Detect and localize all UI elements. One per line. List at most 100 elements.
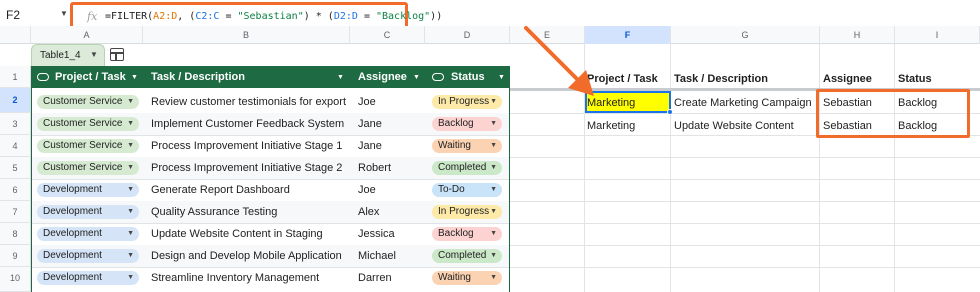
status-chip[interactable]: Waiting ▼ (432, 139, 502, 153)
table-row: Customer Service ▼ Implement Customer Fee… (32, 113, 509, 135)
task-cell[interactable]: Design and Develop Mobile Application (151, 245, 342, 267)
dropdown-icon: ▼ (490, 164, 497, 171)
assignee-cell[interactable]: Darren (358, 267, 392, 289)
task-cell[interactable]: Generate Report Dashboard (151, 179, 290, 201)
task-cell[interactable]: Implement Customer Feedback System (151, 113, 344, 135)
row-header-6[interactable]: 6 (0, 179, 31, 201)
column-header-c[interactable]: C (350, 26, 425, 44)
dropdown-icon: ▼ (490, 208, 497, 215)
project-chip[interactable]: Development ▼ (37, 205, 139, 219)
grid-line (819, 44, 820, 292)
row-header-9[interactable]: 9 (0, 245, 31, 267)
table-row: Customer Service ▼ Process Improvement In… (32, 135, 509, 157)
sort-arrow-icon[interactable]: ▼ (337, 74, 344, 81)
row-header-1[interactable]: 1 (0, 66, 31, 88)
sort-arrow-icon[interactable]: ▼ (413, 74, 420, 81)
dropdown-icon: ▼ (490, 98, 497, 105)
table-name-tab[interactable]: Table1_4 ▼ (31, 44, 105, 66)
sort-arrow-icon[interactable]: ▼ (131, 74, 138, 81)
project-chip[interactable]: Customer Service ▼ (37, 161, 139, 175)
chevron-down-icon[interactable]: ▼ (90, 50, 98, 59)
status-chip[interactable]: Completed ▼ (432, 161, 502, 175)
task-cell[interactable]: Process Improvement Initiative Stage 2 (151, 157, 342, 179)
column-header-d[interactable]: D (425, 26, 510, 44)
status-chip[interactable]: Completed ▼ (432, 249, 502, 263)
row-header-10[interactable]: 10 (0, 267, 31, 292)
assignee-cell[interactable]: Joe (358, 179, 376, 201)
chevron-down-icon[interactable]: ▼ (60, 9, 68, 18)
project-chip[interactable]: Development ▼ (37, 271, 139, 285)
result-cell[interactable]: Update Website Content (674, 115, 794, 137)
header-task[interactable]: Task / Description (151, 66, 245, 88)
header-assignee[interactable]: Assignee (358, 66, 407, 88)
row-header-2[interactable]: 2 (0, 88, 31, 113)
project-chip[interactable]: Development ▼ (37, 227, 139, 241)
formula-input[interactable]: fx =FILTER(A2:D, (C2:C = "Sebastian") * … (70, 2, 442, 29)
result-header-assignee[interactable]: Assignee (823, 66, 872, 88)
dropdown-icon: ▼ (127, 120, 134, 127)
assignee-cell[interactable]: Jane (358, 113, 382, 135)
status-chip[interactable]: Waiting ▼ (432, 271, 502, 285)
table-header-row: Project / Task ▼ Task / Description ▼ As… (31, 66, 510, 88)
dropdown-icon: ▼ (490, 142, 497, 149)
table-border-right (509, 66, 510, 292)
grid-line (670, 44, 671, 292)
assignee-cell[interactable]: Jessica (358, 223, 395, 245)
assignee-cell[interactable]: Jane (358, 135, 382, 157)
table-row: Development ▼ Streamline Inventory Manage… (32, 267, 509, 289)
status-chip[interactable]: In Progress ▼ (432, 205, 502, 219)
assignee-cell[interactable]: Robert (358, 157, 391, 179)
table-row: Customer Service ▼ Review customer testim… (32, 91, 509, 113)
result-header-status[interactable]: Status (898, 66, 932, 88)
name-box[interactable]: F2 (6, 8, 20, 22)
assignee-cell[interactable]: Michael (358, 245, 396, 267)
row-header-5[interactable]: 5 (0, 157, 31, 179)
status-chip[interactable]: In Progress ▼ (432, 95, 502, 109)
assignee-cell[interactable]: Alex (358, 201, 379, 223)
task-cell[interactable]: Review customer testimonials for export (151, 91, 346, 113)
row-header-7[interactable]: 7 (0, 201, 31, 223)
header-status[interactable]: Status (451, 66, 485, 88)
table-row: Development ▼ Quality Assurance Testing A… (32, 201, 509, 223)
assignee-cell[interactable]: Joe (358, 91, 376, 113)
annotation-arrow (524, 26, 594, 96)
table-row: Customer Service ▼ Process Improvement In… (32, 157, 509, 179)
select-all-corner[interactable] (0, 26, 31, 44)
table-border-left (31, 66, 32, 292)
status-chip[interactable]: Backlog ▼ (432, 227, 502, 241)
status-chip[interactable]: Backlog ▼ (432, 117, 502, 131)
task-cell[interactable]: Process Improvement Initiative Stage 1 (151, 135, 342, 157)
sort-arrow-icon[interactable]: ▼ (498, 74, 505, 81)
result-header-task[interactable]: Task / Description (674, 66, 768, 88)
task-cell[interactable]: Streamline Inventory Management (151, 267, 319, 289)
column-header-h[interactable]: H (820, 26, 895, 44)
column-header-i[interactable]: I (895, 26, 980, 44)
column-header-b[interactable]: B (143, 26, 350, 44)
column-header-g[interactable]: G (671, 26, 820, 44)
result-cell[interactable]: Create Marketing Campaign (674, 92, 812, 114)
row-header-8[interactable]: 8 (0, 223, 31, 245)
header-project[interactable]: Project / Task (55, 66, 126, 88)
project-chip[interactable]: Development ▼ (37, 249, 139, 263)
project-chip[interactable]: Development ▼ (37, 183, 139, 197)
dropdown-icon: ▼ (127, 274, 134, 281)
column-header-a[interactable]: A (31, 26, 143, 44)
table-grid-icon[interactable] (110, 48, 124, 61)
chip-column-icon (432, 73, 444, 81)
fill-handle[interactable] (667, 109, 673, 115)
task-cell[interactable]: Update Website Content in Staging (151, 223, 323, 245)
row-header-4[interactable]: 4 (0, 135, 31, 157)
dropdown-icon: ▼ (490, 120, 497, 127)
status-chip[interactable]: To-Do ▼ (432, 183, 502, 197)
dropdown-icon: ▼ (127, 186, 134, 193)
task-cell[interactable]: Quality Assurance Testing (151, 201, 277, 223)
table-row: Development ▼ Design and Develop Mobile A… (32, 245, 509, 267)
fx-icon: fx (87, 10, 98, 23)
project-chip[interactable]: Customer Service ▼ (37, 117, 139, 131)
result-cell[interactable]: Marketing (587, 115, 635, 137)
table-row: Development ▼ Update Website Content in S… (32, 223, 509, 245)
project-chip[interactable]: Customer Service ▼ (37, 139, 139, 153)
row-header-3[interactable]: 3 (0, 113, 31, 135)
project-chip[interactable]: Customer Service ▼ (37, 95, 139, 109)
highlight-box (816, 89, 970, 138)
